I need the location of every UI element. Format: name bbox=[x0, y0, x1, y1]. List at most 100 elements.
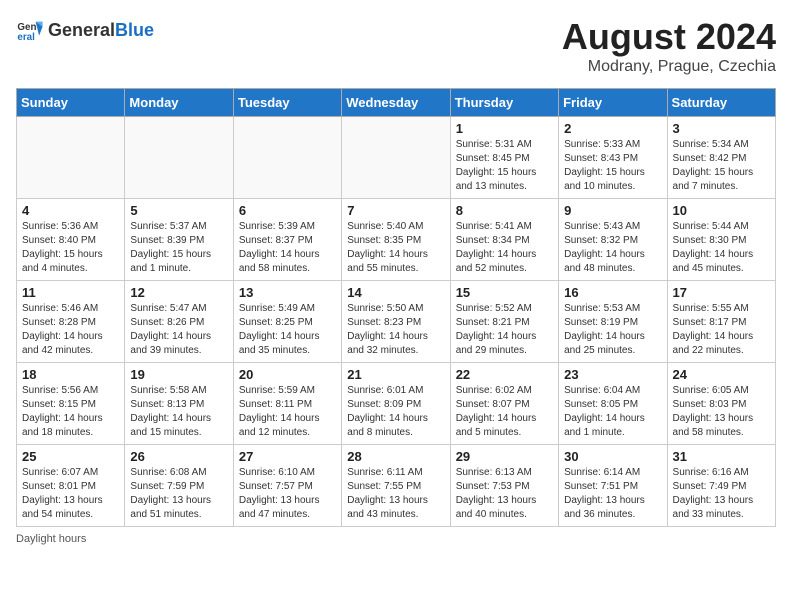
day-info: Sunrise: 6:16 AM Sunset: 7:49 PM Dayligh… bbox=[673, 466, 770, 522]
logo-blue: Blue bbox=[115, 20, 154, 40]
logo: Gen eral GeneralBlue bbox=[16, 16, 154, 44]
calendar-cell: 25 Sunrise: 6:07 AM Sunset: 8:01 PM Dayli… bbox=[17, 445, 125, 527]
day-info: Sunrise: 6:13 AM Sunset: 7:53 PM Dayligh… bbox=[456, 466, 553, 522]
day-info: Sunrise: 6:14 AM Sunset: 7:51 PM Dayligh… bbox=[564, 466, 661, 522]
calendar-cell: 30 Sunrise: 6:14 AM Sunset: 7:51 PM Dayli… bbox=[559, 445, 667, 527]
day-info: Sunrise: 6:11 AM Sunset: 7:55 PM Dayligh… bbox=[347, 466, 444, 522]
footer-note: Daylight hours bbox=[16, 533, 776, 545]
weekday-header: Thursday bbox=[450, 89, 558, 117]
location-title: Modrany, Prague, Czechia bbox=[562, 58, 776, 76]
month-title: August 2024 bbox=[562, 16, 776, 58]
calendar-cell: 29 Sunrise: 6:13 AM Sunset: 7:53 PM Dayli… bbox=[450, 445, 558, 527]
calendar-cell: 23Sunrise: 6:04 AM Sunset: 8:05 PM Dayli… bbox=[559, 363, 667, 445]
weekday-header: Wednesday bbox=[342, 89, 450, 117]
day-info: Sunrise: 5:43 AM Sunset: 8:32 PM Dayligh… bbox=[564, 220, 661, 276]
logo-icon: Gen eral bbox=[16, 16, 44, 44]
day-info: Sunrise: 6:07 AM Sunset: 8:01 PM Dayligh… bbox=[22, 466, 119, 522]
calendar-cell: 12 Sunrise: 5:47 AM Sunset: 8:26 PM Dayli… bbox=[125, 281, 233, 363]
day-info: Sunrise: 5:55 AM Sunset: 8:17 PM Dayligh… bbox=[673, 302, 770, 358]
weekday-header: Friday bbox=[559, 89, 667, 117]
day-number: 29 bbox=[456, 449, 553, 464]
day-number: 3 bbox=[673, 121, 770, 136]
day-number: 12 bbox=[130, 285, 227, 300]
day-number: 9 bbox=[564, 203, 661, 218]
day-number: 1 bbox=[456, 121, 553, 136]
day-info: Sunrise: 6:02 AM Sunset: 8:07 PM Dayligh… bbox=[456, 384, 553, 440]
day-number: 18 bbox=[22, 367, 119, 382]
day-info: Sunrise: 5:49 AM Sunset: 8:25 PM Dayligh… bbox=[239, 302, 336, 358]
calendar-cell: 5 Sunrise: 5:37 AM Sunset: 8:39 PM Daylig… bbox=[125, 199, 233, 281]
calendar-cell bbox=[125, 117, 233, 199]
day-number: 16 bbox=[564, 285, 661, 300]
day-info: Sunrise: 5:39 AM Sunset: 8:37 PM Dayligh… bbox=[239, 220, 336, 276]
day-number: 26 bbox=[130, 449, 227, 464]
day-number: 6 bbox=[239, 203, 336, 218]
day-info: Sunrise: 5:47 AM Sunset: 8:26 PM Dayligh… bbox=[130, 302, 227, 358]
calendar-cell: 16 Sunrise: 5:53 AM Sunset: 8:19 PM Dayli… bbox=[559, 281, 667, 363]
weekday-header: Sunday bbox=[17, 89, 125, 117]
day-number: 31 bbox=[673, 449, 770, 464]
day-number: 24 bbox=[673, 367, 770, 382]
calendar-cell: 1 Sunrise: 5:31 AM Sunset: 8:45 PM Daylig… bbox=[450, 117, 558, 199]
calendar-cell: 22 Sunrise: 6:02 AM Sunset: 8:07 PM Dayli… bbox=[450, 363, 558, 445]
calendar-cell: 9 Sunrise: 5:43 AM Sunset: 8:32 PM Daylig… bbox=[559, 199, 667, 281]
day-info: Sunrise: 5:50 AM Sunset: 8:23 PM Dayligh… bbox=[347, 302, 444, 358]
day-number: 22 bbox=[456, 367, 553, 382]
calendar-cell bbox=[17, 117, 125, 199]
day-number: 5 bbox=[130, 203, 227, 218]
day-info: Sunrise: 5:41 AM Sunset: 8:34 PM Dayligh… bbox=[456, 220, 553, 276]
calendar-cell: 27Sunrise: 6:10 AM Sunset: 7:57 PM Dayli… bbox=[233, 445, 341, 527]
day-info: Sunrise: 5:53 AM Sunset: 8:19 PM Dayligh… bbox=[564, 302, 661, 358]
calendar-cell: 2 Sunrise: 5:33 AM Sunset: 8:43 PM Daylig… bbox=[559, 117, 667, 199]
day-number: 14 bbox=[347, 285, 444, 300]
day-info: Sunrise: 5:37 AM Sunset: 8:39 PM Dayligh… bbox=[130, 220, 227, 276]
day-info: Sunrise: 6:10 AM Sunset: 7:57 PM Dayligh… bbox=[239, 466, 336, 522]
calendar-cell: 13 Sunrise: 5:49 AM Sunset: 8:25 PM Dayli… bbox=[233, 281, 341, 363]
weekday-header: Monday bbox=[125, 89, 233, 117]
calendar-cell: 24 Sunrise: 6:05 AM Sunset: 8:03 PM Dayli… bbox=[667, 363, 775, 445]
calendar-cell: 19 Sunrise: 5:58 AM Sunset: 8:13 PM Dayli… bbox=[125, 363, 233, 445]
day-number: 17 bbox=[673, 285, 770, 300]
day-number: 11 bbox=[22, 285, 119, 300]
calendar-cell bbox=[233, 117, 341, 199]
day-info: Sunrise: 5:31 AM Sunset: 8:45 PM Dayligh… bbox=[456, 138, 553, 194]
weekday-header: Saturday bbox=[667, 89, 775, 117]
day-number: 25 bbox=[22, 449, 119, 464]
day-number: 2 bbox=[564, 121, 661, 136]
day-number: 28 bbox=[347, 449, 444, 464]
day-number: 30 bbox=[564, 449, 661, 464]
page-header: Gen eral GeneralBlue August 2024 Modrany… bbox=[16, 16, 776, 76]
day-number: 19 bbox=[130, 367, 227, 382]
calendar-cell: 26Sunrise: 6:08 AM Sunset: 7:59 PM Dayli… bbox=[125, 445, 233, 527]
calendar-cell: 18Sunrise: 5:56 AM Sunset: 8:15 PM Dayli… bbox=[17, 363, 125, 445]
svg-text:eral: eral bbox=[17, 32, 35, 43]
calendar-cell: 17 Sunrise: 5:55 AM Sunset: 8:17 PM Dayli… bbox=[667, 281, 775, 363]
calendar-cell: 20 Sunrise: 5:59 AM Sunset: 8:11 PM Dayli… bbox=[233, 363, 341, 445]
day-info: Sunrise: 5:52 AM Sunset: 8:21 PM Dayligh… bbox=[456, 302, 553, 358]
calendar-header: SundayMondayTuesdayWednesdayThursdayFrid… bbox=[17, 89, 776, 117]
day-info: Sunrise: 5:34 AM Sunset: 8:42 PM Dayligh… bbox=[673, 138, 770, 194]
day-info: Sunrise: 5:33 AM Sunset: 8:43 PM Dayligh… bbox=[564, 138, 661, 194]
day-info: Sunrise: 5:36 AM Sunset: 8:40 PM Dayligh… bbox=[22, 220, 119, 276]
calendar-cell: 14 Sunrise: 5:50 AM Sunset: 8:23 PM Dayli… bbox=[342, 281, 450, 363]
calendar-cell: 11Sunrise: 5:46 AM Sunset: 8:28 PM Dayli… bbox=[17, 281, 125, 363]
calendar-cell: 8Sunrise: 5:41 AM Sunset: 8:34 PM Daylig… bbox=[450, 199, 558, 281]
day-number: 10 bbox=[673, 203, 770, 218]
day-number: 13 bbox=[239, 285, 336, 300]
title-block: August 2024 Modrany, Prague, Czechia bbox=[562, 16, 776, 76]
day-info: Sunrise: 6:05 AM Sunset: 8:03 PM Dayligh… bbox=[673, 384, 770, 440]
day-number: 15 bbox=[456, 285, 553, 300]
day-number: 20 bbox=[239, 367, 336, 382]
day-info: Sunrise: 5:44 AM Sunset: 8:30 PM Dayligh… bbox=[673, 220, 770, 276]
calendar-cell: 3 Sunrise: 5:34 AM Sunset: 8:42 PM Daylig… bbox=[667, 117, 775, 199]
day-info: Sunrise: 5:59 AM Sunset: 8:11 PM Dayligh… bbox=[239, 384, 336, 440]
calendar-cell: 10 Sunrise: 5:44 AM Sunset: 8:30 PM Dayli… bbox=[667, 199, 775, 281]
day-number: 4 bbox=[22, 203, 119, 218]
calendar-table: SundayMondayTuesdayWednesdayThursdayFrid… bbox=[16, 88, 776, 527]
weekday-header: Tuesday bbox=[233, 89, 341, 117]
day-number: 21 bbox=[347, 367, 444, 382]
day-info: Sunrise: 5:58 AM Sunset: 8:13 PM Dayligh… bbox=[130, 384, 227, 440]
calendar-cell: 31 Sunrise: 6:16 AM Sunset: 7:49 PM Dayli… bbox=[667, 445, 775, 527]
day-info: Sunrise: 6:04 AM Sunset: 8:05 PM Dayligh… bbox=[564, 384, 661, 440]
calendar-cell: 28 Sunrise: 6:11 AM Sunset: 7:55 PM Dayli… bbox=[342, 445, 450, 527]
